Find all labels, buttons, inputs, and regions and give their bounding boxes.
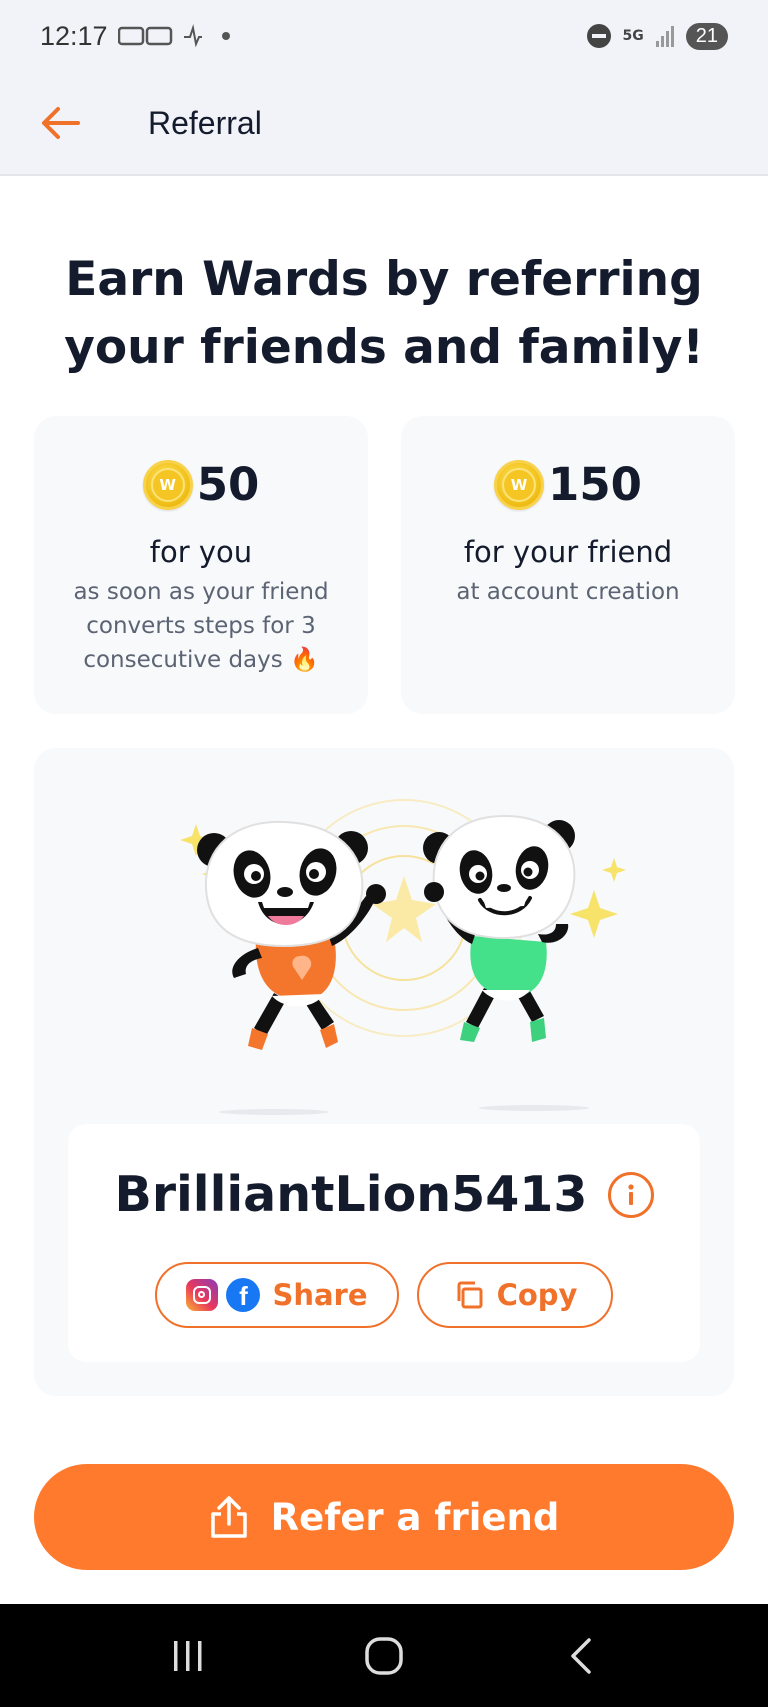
arrow-left-icon [42, 107, 80, 139]
wards-coin-icon: W [142, 459, 193, 510]
reward-recipient: for you [149, 535, 253, 569]
recent-apps-icon [174, 1640, 202, 1671]
referral-code: BrilliantLion5413 [114, 1166, 588, 1223]
share-upload-icon [210, 1496, 247, 1538]
copy-button[interactable]: Copy [417, 1262, 613, 1328]
home-icon [365, 1636, 403, 1675]
headline: Earn Wards by referring your friends and… [64, 252, 704, 375]
page-title: Referral [148, 104, 262, 141]
network-type-icon: 5G [622, 28, 644, 44]
referral-code-card: BrilliantLion5413 f Share Copy [34, 748, 734, 1396]
reward-amount: 150 [548, 458, 642, 511]
reward-card-you: W 50 for you as soon as your friend conv… [34, 416, 368, 714]
recent-apps-button[interactable] [143, 1621, 233, 1691]
reward-description: at account creation [456, 579, 680, 605]
back-button[interactable] [28, 91, 92, 155]
refer-a-friend-label: Refer a friend [270, 1495, 560, 1539]
copy-label: Copy [496, 1278, 578, 1312]
reward-description: as soon as your friend converts steps fo… [73, 579, 329, 673]
more-notifications-dot-icon [221, 32, 230, 40]
share-button[interactable]: f Share [155, 1262, 399, 1328]
reward-recipient: for your friend [463, 535, 673, 569]
notification-app-icon [117, 26, 172, 46]
status-bar: 12:17 5G 21 [0, 0, 768, 72]
share-label: Share [272, 1278, 368, 1312]
instagram-icon [186, 1279, 219, 1311]
status-notification-icons [117, 24, 230, 48]
wards-coin-icon: W [494, 459, 545, 510]
app-bar: Referral [0, 72, 768, 176]
copy-icon [457, 1281, 483, 1309]
refer-a-friend-button[interactable]: Refer a friend [34, 1464, 734, 1570]
signal-icon [655, 25, 674, 47]
facebook-icon: f [226, 1278, 261, 1312]
reward-amount-row: W 150 [401, 458, 735, 511]
info-icon [627, 1183, 634, 1205]
do-not-disturb-icon [586, 24, 611, 48]
reward-card-friend: W 150 for your friend at account creatio… [401, 416, 735, 714]
reward-amount: 50 [196, 458, 260, 511]
pandas-high-five-illustration [180, 799, 626, 1115]
chevron-left-icon [571, 1637, 591, 1674]
reward-amount-row: W 50 [34, 458, 368, 511]
system-back-button[interactable] [535, 1621, 625, 1691]
status-time: 12:17 [40, 20, 108, 51]
info-button[interactable] [607, 1171, 654, 1218]
activity-icon [183, 24, 202, 48]
battery-indicator: 21 [685, 22, 728, 50]
home-button[interactable] [339, 1621, 429, 1691]
system-nav-bar [0, 1604, 768, 1707]
code-panel: BrilliantLion5413 f Share Copy [68, 1124, 700, 1362]
